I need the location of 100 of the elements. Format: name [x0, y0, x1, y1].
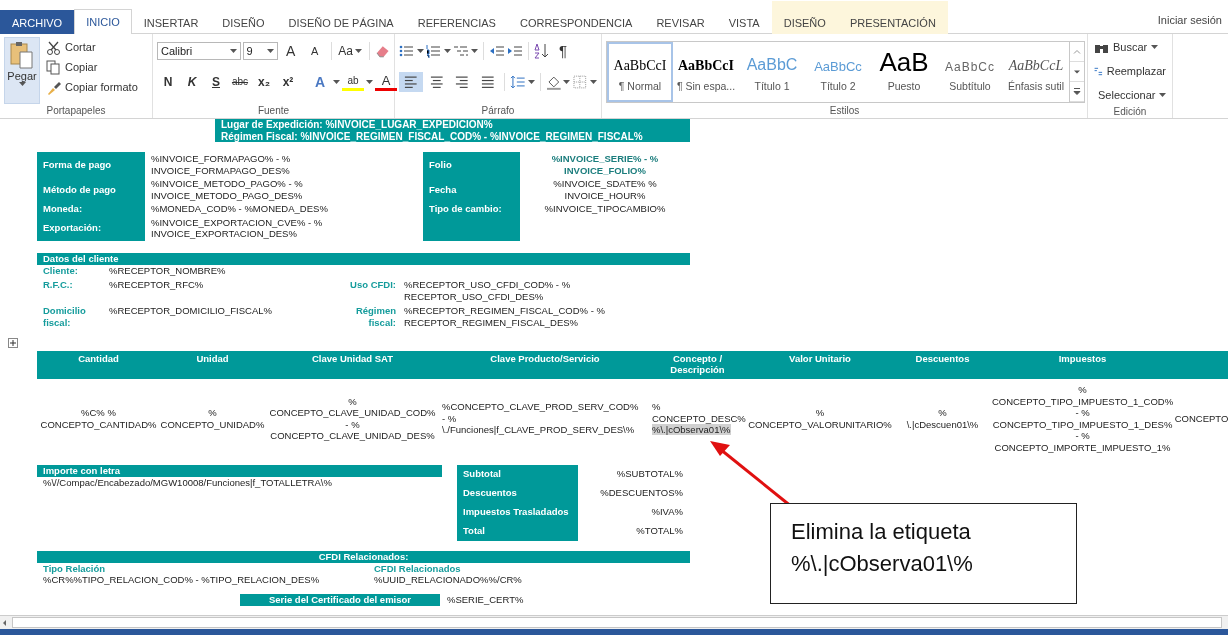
caret-icon: [18, 82, 26, 86]
field-label: Moneda:: [42, 202, 84, 216]
group-label: Párrafo: [480, 104, 516, 118]
style-option[interactable]: AaBbC Título 1: [739, 42, 805, 102]
field-value: %RECEPTOR_REGIMEN_FISCAL_COD% - % RECEPTOR_REGIMEN_FISCAL_DES%: [404, 305, 606, 328]
column-header: Descuentos: [895, 350, 990, 379]
format-button[interactable]: K: [181, 71, 203, 92]
format-button[interactable]: N: [157, 71, 179, 92]
scissors-icon: [46, 39, 61, 55]
field-value: %INVOICE_SDATE% % INVOICE_HOUR%: [552, 177, 658, 202]
ribbon-tab[interactable]: PRESENTACIÓN: [837, 1, 948, 34]
field-label: Cliente:: [42, 264, 79, 276]
table-cell-text: CONCEPTO: [1175, 411, 1228, 426]
ribbon-tab[interactable]: REFERENCIAS: [405, 10, 508, 34]
total-label: Total: [462, 524, 486, 539]
caret-icon: [354, 48, 362, 53]
table-move-handle[interactable]: [8, 338, 18, 348]
sort-icon: [534, 42, 550, 59]
ribbon-tab[interactable]: DISEÑO: [771, 1, 838, 34]
total-label: Subtotal: [462, 467, 502, 482]
field-value: %MONEDA_COD% - %MONEDA_DES%: [150, 202, 329, 216]
table-cell-text: %CONCEPTO_CLAVE_PROD_SERV_COD% - % \./Funciones|f_CLAVE_PROD_SERV_DES\%: [441, 400, 640, 438]
ribbon-tab[interactable]: INSERTAR: [131, 10, 211, 34]
grow-font-button[interactable]: A: [279, 40, 302, 61]
field-value: %RECEPTOR_DOMICILIO_FISCAL%: [109, 305, 273, 318]
gallery-scrollbar[interactable]: [1069, 42, 1084, 102]
style-option[interactable]: AaBbCc Subtítulo: [937, 42, 1003, 102]
ribbon-tab[interactable]: VISTA: [716, 10, 772, 34]
ribbon-tab[interactable]: DISEÑO: [210, 10, 277, 34]
field-label: Uso CFDI:: [349, 279, 397, 292]
caret-icon: [1151, 45, 1159, 49]
align-left-button[interactable]: [399, 71, 423, 92]
total-value: %TOTAL%: [635, 524, 683, 539]
text-effect-button[interactable]: ab: [342, 72, 364, 91]
style-option[interactable]: AaBbCcL Énfasis sutil: [1003, 42, 1069, 102]
table-cell-text: % CONCEPTO_UNIDAD%: [160, 406, 265, 432]
font-family-dropdown[interactable]: Calibri: [157, 41, 241, 60]
table-cell-text: %C% % CONCEPTO_CANTIDAD%: [39, 406, 158, 432]
header-line: Lugar de Expedición: %INVOICE_LUGAR_EXPEDICION%: [221, 119, 494, 131]
field-label: Exportación:: [42, 221, 103, 236]
font-size-dropdown[interactable]: 9: [242, 41, 278, 60]
column-header: Unidad: [160, 350, 265, 379]
group-label: Portapapeles: [45, 104, 107, 118]
clipboard-button[interactable]: Copiar formato: [44, 77, 140, 97]
clipboard-button[interactable]: Copiar: [44, 57, 140, 77]
field-value: %SERIE_CERT%: [447, 593, 524, 606]
column-header: Clave Unidad SAT: [265, 350, 440, 379]
style-option[interactable]: AaBbCcI ¶ Sin espa...: [673, 42, 739, 102]
group-label: Fuente: [256, 104, 291, 118]
header-line: Régimen Fiscal: %INVOICE_REGIMEN_FISCAL_COD% - %INVOICE_REGIMEN_FISCAL%: [221, 130, 644, 142]
paste-button[interactable]: Pegar: [4, 37, 40, 104]
format-button[interactable]: x²: [277, 71, 299, 92]
field-value: %CR%%TIPO_RELACION_COD% - %TIPO_RELACION_DES%: [43, 574, 321, 586]
paintbrush-icon: [46, 79, 61, 95]
line-spacing-icon: [510, 73, 526, 90]
sign-in-link[interactable]: Iniciar sesión: [1151, 14, 1228, 33]
ribbon-tab[interactable]: DISEÑO DE PÁGINA: [276, 10, 406, 34]
ribbon-tab[interactable]: INICIO: [74, 9, 132, 34]
total-value: %DESCUENTOS%: [599, 486, 683, 501]
section-title: Datos del cliente: [37, 252, 690, 265]
field-label: Tipo de cambio:: [428, 202, 503, 216]
style-option[interactable]: AaB Puesto: [871, 42, 937, 102]
style-option[interactable]: AaBbCc Título 2: [805, 42, 871, 102]
table-cell-text: % CONCEPTO_VALORUNITARIO%: [747, 406, 893, 432]
show-formatting-button[interactable]: ¶: [552, 40, 574, 61]
table-cell-text: % \.|cDescuen01\%: [905, 406, 980, 432]
editing-button[interactable]: Seleccionar: [1092, 85, 1168, 105]
total-value: %SUBTOTAL%: [615, 467, 683, 482]
style-option[interactable]: AaBbCcI ¶ Normal: [607, 42, 673, 102]
field-value: %RECEPTOR_NOMBRE%: [109, 264, 227, 276]
horizontal-scrollbar[interactable]: [0, 615, 1228, 629]
change-case-button[interactable]: Aa: [336, 40, 364, 61]
field-label: Fecha: [428, 182, 458, 197]
amount-in-words: %\//Compac/Encabezado/MGW10008/Funciones|f_TOTALLETRA\%: [42, 476, 333, 488]
borders-icon: [572, 73, 588, 90]
format-button[interactable]: x₂: [253, 71, 275, 92]
field-label: Domicilio fiscal:: [42, 305, 87, 328]
group-label: Edición: [1112, 105, 1148, 119]
text-effect-button[interactable]: A: [309, 71, 331, 92]
group-label: Estilos: [828, 104, 861, 118]
field-label: Tipo Relación: [43, 562, 107, 574]
caret-icon: [1159, 93, 1167, 97]
ribbon-tab[interactable]: ARCHIVO: [0, 10, 75, 34]
field-label: Forma de pago: [42, 157, 113, 172]
ribbon-tab[interactable]: REVISAR: [644, 10, 717, 34]
caret-icon: [589, 79, 597, 84]
format-button[interactable]: S: [205, 71, 227, 92]
total-value: %IVA%: [650, 505, 683, 520]
caret-icon: [471, 48, 478, 53]
editing-button[interactable]: Reemplazar: [1092, 61, 1168, 81]
format-button[interactable]: abc: [229, 71, 251, 92]
field-label: Régimen fiscal:: [354, 305, 397, 328]
clipboard-button[interactable]: Cortar: [44, 37, 140, 57]
editing-button[interactable]: Buscar: [1092, 37, 1168, 57]
total-label: Descuentos: [462, 486, 518, 501]
table-cell-text: % CONCEPTO_DESC% %\.|cObserva01\%: [651, 400, 745, 438]
field-value: %RECEPTOR_RFC%: [109, 279, 205, 292]
shrink-font-button[interactable]: A: [303, 40, 326, 61]
field-value: %INVOICE_METODO_PAGO% - % INVOICE_METODO_PAGO_DES%: [150, 177, 304, 202]
ribbon-tab[interactable]: CORRESPONDENCIA: [507, 10, 645, 34]
